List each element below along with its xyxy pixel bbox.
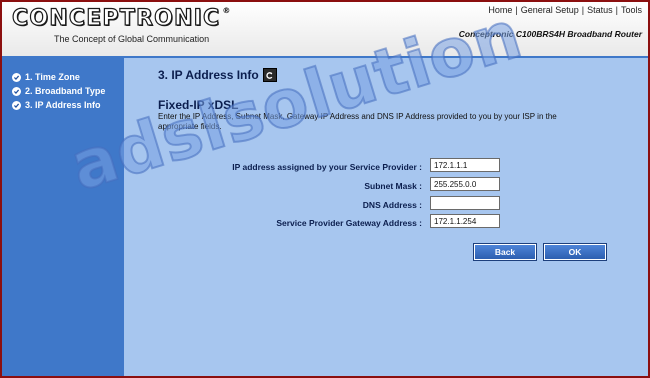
dns-address-label: DNS Address : — [362, 200, 422, 210]
ip-address-label: IP address assigned by your Service Prov… — [232, 162, 422, 172]
nav-separator: | — [515, 5, 518, 15]
sidebar-step-label: 2. Broadband Type — [25, 86, 106, 96]
dns-address-input[interactable] — [430, 196, 500, 210]
ip-address-input[interactable] — [430, 158, 500, 172]
product-name: Conceptronic C100BRS4H Broadband Router — [458, 29, 642, 39]
logo-text: CONCEPTRONIC — [11, 5, 221, 31]
gateway-address-label: Service Provider Gateway Address : — [276, 218, 422, 228]
page-title: 3. IP Address Info — [158, 68, 259, 82]
registered-mark: ® — [222, 6, 232, 15]
subnet-mask-label: Subnet Mask : — [364, 181, 422, 191]
instructions-text: Enter the IP Address, Subnet Mask, Gatew… — [158, 112, 557, 131]
checkmark-icon — [12, 100, 21, 110]
connection-type-title: Fixed-IP xDSL — [158, 98, 239, 112]
sidebar: 1. Time Zone 2. Broadband Type 3. IP Add… — [2, 58, 122, 376]
page-title-row: 3. IP Address Info — [158, 68, 277, 82]
logo: CONCEPTRONIC ® — [11, 5, 232, 31]
nav-general-setup[interactable]: General Setup — [521, 5, 579, 15]
nav-tools[interactable]: Tools — [621, 5, 642, 15]
gateway-address-input[interactable] — [430, 214, 500, 228]
sidebar-step-label: 1. Time Zone — [25, 72, 80, 82]
sidebar-step-label: 3. IP Address Info — [25, 100, 101, 110]
sidebar-step-broadband-type[interactable]: 2. Broadband Type — [12, 86, 105, 96]
tagline: The Concept of Global Communication — [54, 34, 210, 44]
router-setup-window: CONCEPTRONIC ® The Concept of Global Comm… — [2, 2, 648, 376]
help-icon[interactable] — [262, 68, 277, 82]
top-nav: Home | General Setup | Status | Tools — [488, 5, 642, 15]
ok-button[interactable]: OK — [543, 243, 607, 261]
header: CONCEPTRONIC ® The Concept of Global Comm… — [2, 2, 648, 56]
nav-separator: | — [615, 5, 618, 15]
subnet-mask-input[interactable] — [430, 177, 500, 191]
main-panel: 3. IP Address Info Fixed-IP xDSL Enter t… — [124, 58, 648, 376]
back-button[interactable]: Back — [473, 243, 537, 261]
checkmark-icon — [12, 72, 21, 82]
checkmark-icon — [12, 86, 21, 96]
sidebar-step-ip-address-info[interactable]: 3. IP Address Info — [12, 100, 101, 110]
nav-home[interactable]: Home — [488, 5, 512, 15]
sidebar-step-time-zone[interactable]: 1. Time Zone — [12, 72, 80, 82]
nav-status[interactable]: Status — [587, 5, 613, 15]
nav-separator: | — [581, 5, 585, 15]
